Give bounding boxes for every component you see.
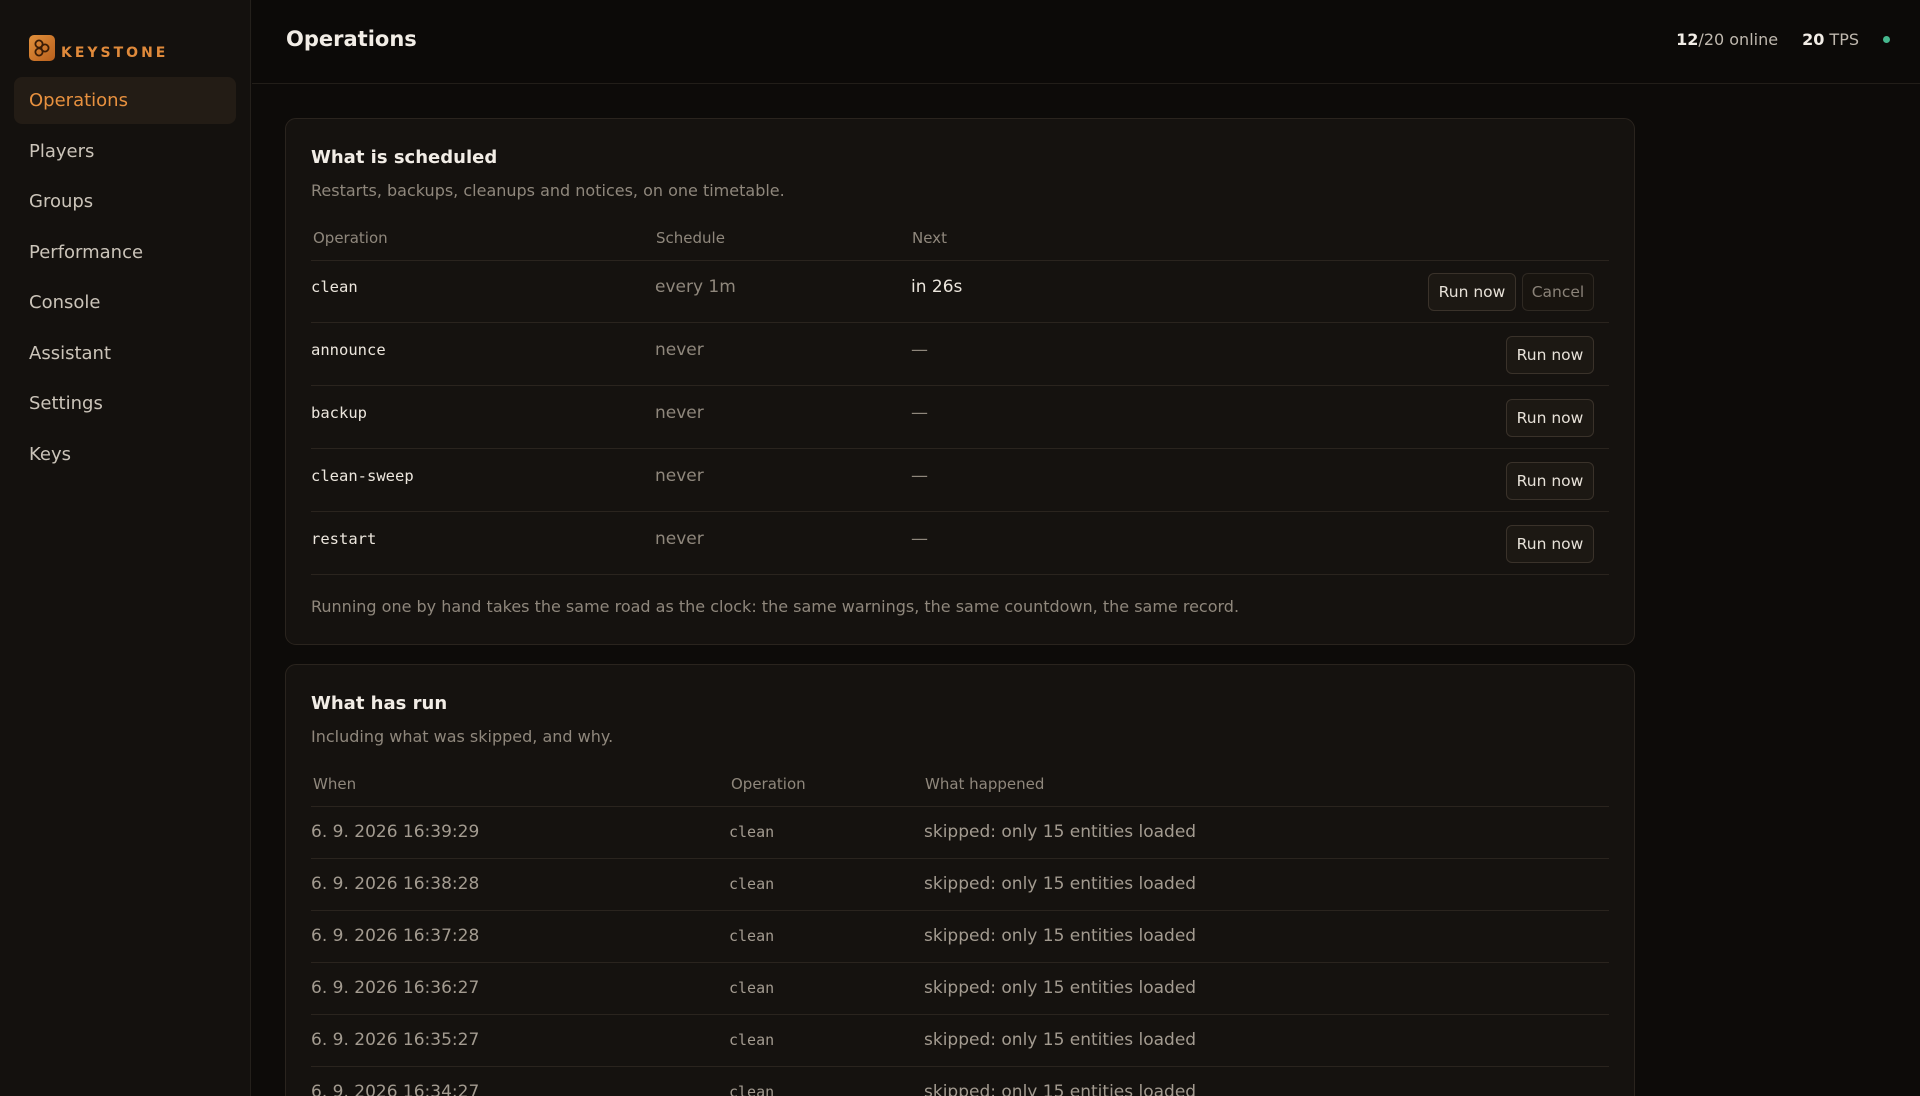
sidebar-item-groups[interactable]: Groups <box>14 178 236 225</box>
column-header-schedule: Schedule <box>656 229 725 247</box>
history-what: skipped: only 15 entities loaded <box>924 1030 1197 1050</box>
history-row: 6. 9. 2026 16:39:29 clean skipped: only … <box>311 807 1609 859</box>
operation-name: announce <box>311 341 386 359</box>
sidebar-item-settings[interactable]: Settings <box>14 380 236 427</box>
history-what: skipped: only 15 entities loaded <box>924 822 1197 842</box>
top-header: Operations 12/20 online 20 TPS <box>252 0 1920 84</box>
sidebar-item-operations[interactable]: Operations <box>14 77 236 124</box>
online-count: 12/20 online <box>1676 30 1779 49</box>
sidebar-nav: Operations Players Groups Performance Co… <box>14 77 236 481</box>
history-row: 6. 9. 2026 16:36:27 clean skipped: only … <box>311 963 1609 1015</box>
operation-name: backup <box>311 404 367 422</box>
run-now-button[interactable]: Run now <box>1506 336 1594 374</box>
run-now-button[interactable]: Run now <box>1506 525 1594 563</box>
history-subtitle: Including what was skipped, and why. <box>311 727 614 746</box>
next-value: — <box>911 466 928 486</box>
column-header-operation: Operation <box>731 775 806 793</box>
next-value: — <box>911 529 928 549</box>
history-what: skipped: only 15 entities loaded <box>924 978 1197 998</box>
history-when: 6. 9. 2026 16:38:28 <box>311 874 480 894</box>
history-operation: clean <box>729 875 775 893</box>
brand-name: KEYSTONE <box>61 45 169 61</box>
column-header-next: Next <box>912 229 947 247</box>
table-row: restart never — Run now <box>311 513 1609 575</box>
history-operation: clean <box>729 823 775 841</box>
scheduled-subtitle: Restarts, backups, cleanups and notices,… <box>311 181 785 200</box>
sidebar-item-keys[interactable]: Keys <box>14 431 236 478</box>
run-now-button[interactable]: Run now <box>1506 462 1594 500</box>
history-what: skipped: only 15 entities loaded <box>924 874 1197 894</box>
next-value: — <box>911 340 928 360</box>
page-title: Operations <box>286 27 417 51</box>
run-now-button[interactable]: Run now <box>1506 399 1594 437</box>
history-title: What has run <box>311 693 448 714</box>
server-status: 12/20 online 20 TPS <box>1676 30 1890 49</box>
history-operation: clean <box>729 927 775 945</box>
table-row: backup never — Run now <box>311 387 1609 449</box>
schedule-value: never <box>655 466 704 486</box>
history-operation: clean <box>729 1083 775 1096</box>
sidebar-item-console[interactable]: Console <box>14 279 236 326</box>
tps-readout: 20 TPS <box>1802 30 1859 49</box>
history-row: 6. 9. 2026 16:34:27 clean skipped: only … <box>311 1067 1609 1096</box>
schedule-value: every 1m <box>655 277 736 297</box>
column-header-operation: Operation <box>313 229 388 247</box>
history-when: 6. 9. 2026 16:39:29 <box>311 822 480 842</box>
table-row: clean-sweep never — Run now <box>311 450 1609 512</box>
operation-name: restart <box>311 530 377 548</box>
sidebar: KEYSTONE Operations Players Groups Perfo… <box>0 0 251 1096</box>
next-value: in 26s <box>911 277 963 297</box>
history-when: 6. 9. 2026 16:37:28 <box>311 926 480 946</box>
scheduled-footnote: Running one by hand takes the same road … <box>311 597 1240 616</box>
schedule-value: never <box>655 529 704 549</box>
history-row: 6. 9. 2026 16:38:28 clean skipped: only … <box>311 859 1609 911</box>
table-row: clean every 1m in 26s Run now Cancel <box>311 261 1609 323</box>
hexagon-cluster-icon <box>29 35 55 61</box>
table-row: announce never — Run now <box>311 324 1609 386</box>
operation-name: clean <box>311 278 358 296</box>
sidebar-item-assistant[interactable]: Assistant <box>14 330 236 377</box>
history-when: 6. 9. 2026 16:35:27 <box>311 1030 480 1050</box>
scheduled-card: What is scheduled Restarts, backups, cle… <box>285 118 1635 645</box>
run-now-button[interactable]: Run now <box>1428 273 1516 311</box>
history-row: 6. 9. 2026 16:35:27 clean skipped: only … <box>311 1015 1609 1067</box>
status-dot-icon <box>1883 36 1890 43</box>
sidebar-item-performance[interactable]: Performance <box>14 229 236 276</box>
history-when: 6. 9. 2026 16:34:27 <box>311 1082 480 1096</box>
history-operation: clean <box>729 1031 775 1049</box>
schedule-value: never <box>655 403 704 423</box>
operation-name: clean-sweep <box>311 467 414 485</box>
schedule-value: never <box>655 340 704 360</box>
history-what: skipped: only 15 entities loaded <box>924 1082 1197 1096</box>
cancel-button[interactable]: Cancel <box>1522 273 1594 311</box>
history-row: 6. 9. 2026 16:37:28 clean skipped: only … <box>311 911 1609 963</box>
brand-logo[interactable]: KEYSTONE <box>29 34 168 62</box>
history-what: skipped: only 15 entities loaded <box>924 926 1197 946</box>
next-value: — <box>911 403 928 423</box>
column-header-when: When <box>313 775 357 793</box>
history-when: 6. 9. 2026 16:36:27 <box>311 978 480 998</box>
history-operation: clean <box>729 979 775 997</box>
sidebar-item-players[interactable]: Players <box>14 128 236 175</box>
column-header-what-happened: What happened <box>925 775 1045 793</box>
scheduled-title: What is scheduled <box>311 147 498 168</box>
history-card: What has run Including what was skipped,… <box>285 664 1635 1096</box>
